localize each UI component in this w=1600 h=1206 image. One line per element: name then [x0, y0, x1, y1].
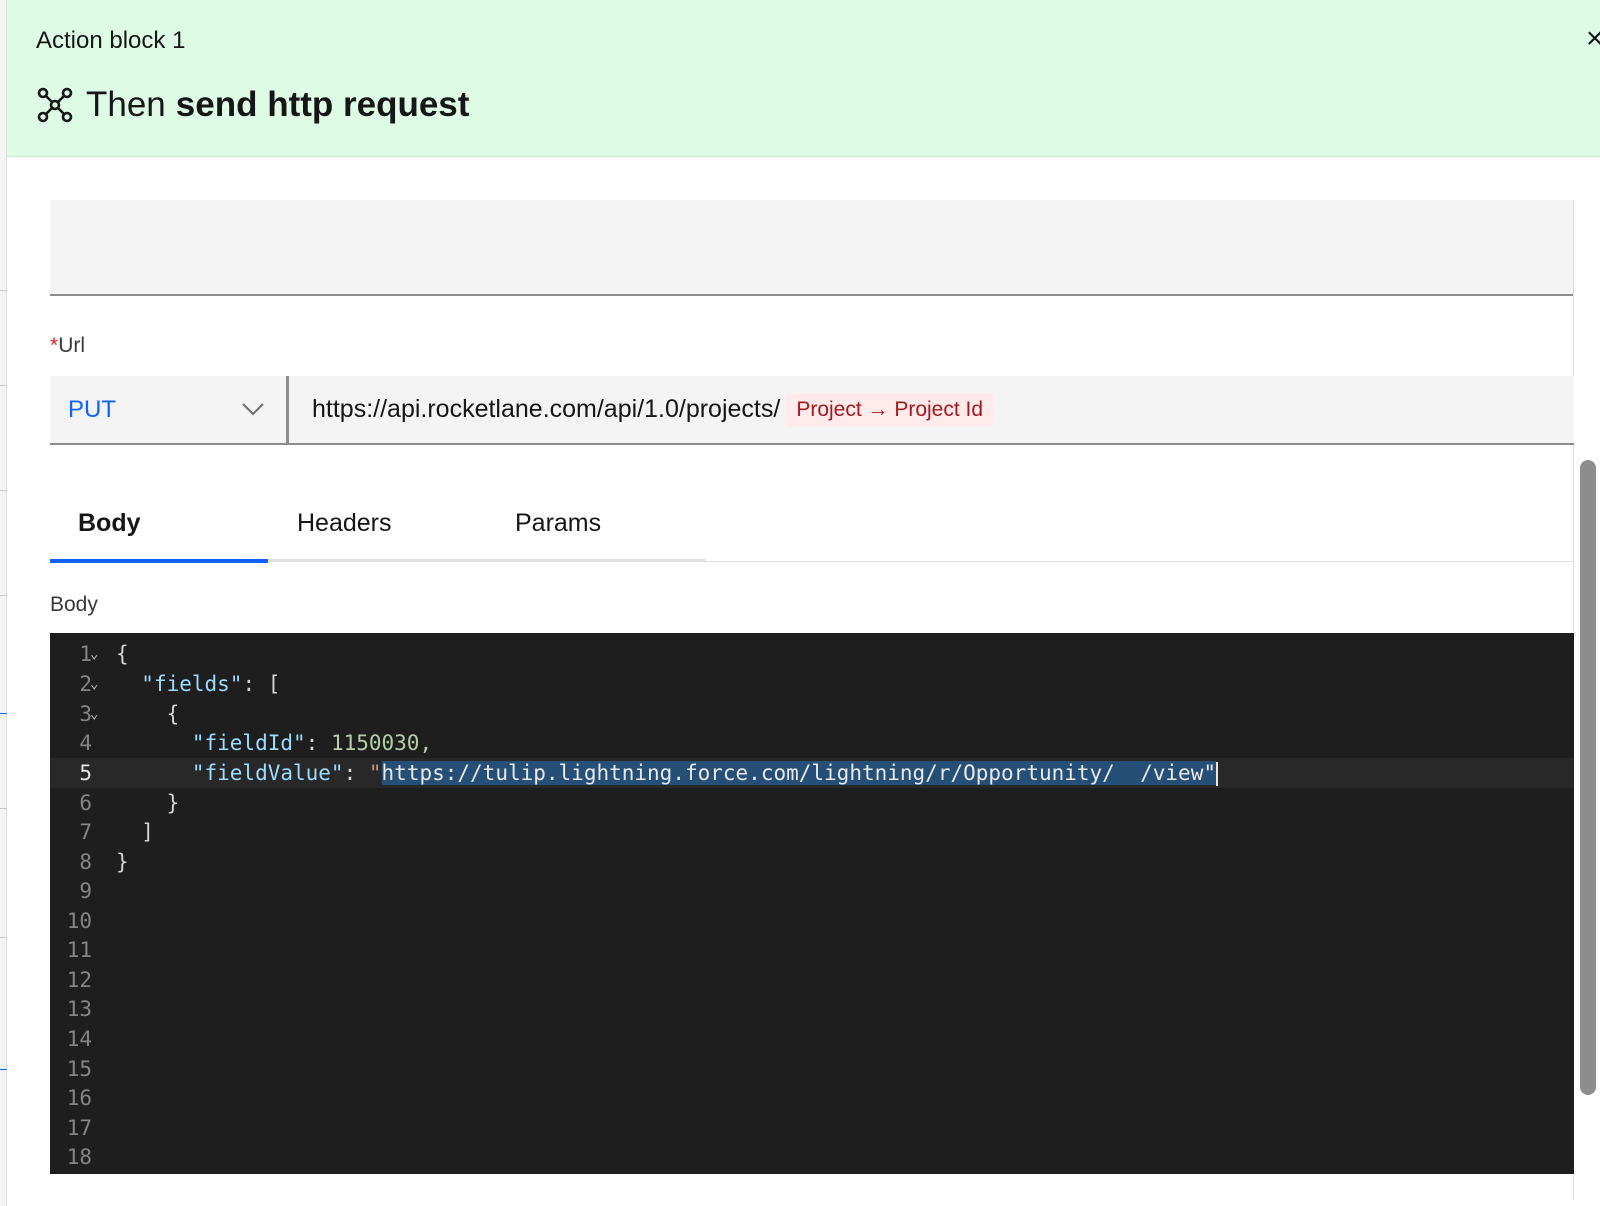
url-label: *Url — [50, 334, 85, 358]
fold-chevron-icon[interactable]: ⌄ — [90, 676, 100, 692]
required-marker: * — [50, 334, 59, 357]
line-number: 8 — [79, 850, 92, 874]
fold-chevron-icon[interactable]: ⌄ — [90, 706, 100, 722]
json-key: "fields" — [141, 672, 243, 696]
line-number: 12 — [66, 968, 92, 992]
code-line: 10 — [50, 906, 1574, 936]
code-line-current: 5 "fieldValue": "https://tulip.lightning… — [50, 758, 1574, 788]
code-text: } — [116, 850, 129, 874]
code-text: : — [305, 731, 331, 755]
code-text: } — [116, 791, 180, 815]
code-text: : — [343, 760, 369, 785]
code-line: 1 ⌄ { — [50, 639, 1574, 669]
code-text: : [ — [242, 672, 281, 696]
code-line: 2 ⌄ "fields": [ — [50, 669, 1574, 699]
line-number: 14 — [66, 1027, 92, 1051]
variable-chip-project-id[interactable]: Project → Project Id — [786, 392, 994, 427]
scrollbar-thumb[interactable] — [1580, 460, 1596, 1095]
code-line: 6 } — [50, 788, 1574, 818]
code-text: ] — [116, 820, 154, 844]
url-value: https://api.rocketlane.com/api/1.0/proje… — [312, 395, 781, 423]
method-select[interactable]: PUT — [50, 376, 286, 445]
line-number: 18 — [66, 1145, 92, 1169]
request-tabs: Body Headers Params — [50, 484, 1574, 563]
line-number: 15 — [66, 1057, 92, 1081]
close-icon[interactable]: × — [1586, 22, 1600, 56]
title-prefix: Then — [86, 85, 166, 124]
code-line: 18 — [50, 1142, 1574, 1172]
block-title: Then send http request — [36, 82, 469, 128]
tab-body[interactable]: Body — [50, 484, 268, 563]
code-text: { — [116, 642, 129, 666]
chevron-down-icon — [242, 403, 264, 416]
line-number: 13 — [66, 997, 92, 1021]
line-number: 5 — [79, 761, 92, 785]
code-line: 3 ⌄ { — [50, 699, 1574, 729]
line-number: 7 — [79, 820, 92, 844]
code-line: 13 — [50, 994, 1574, 1024]
line-number: 6 — [79, 791, 92, 815]
code-line: 17 — [50, 1113, 1574, 1143]
webhook-icon — [37, 87, 73, 123]
line-number: 9 — [79, 879, 92, 903]
tab-headers[interactable]: Headers — [269, 484, 487, 562]
code-line: 12 — [50, 965, 1574, 995]
code-editor[interactable]: 1 ⌄ { 2 ⌄ "fields": [ 3 ⌄ { 4 "fieldId":… — [50, 633, 1574, 1174]
line-number: 11 — [66, 938, 92, 962]
code-line: 14 — [50, 1024, 1574, 1054]
code-text: { — [116, 702, 180, 726]
line-number: 17 — [66, 1116, 92, 1140]
code-line: 9 — [50, 876, 1574, 906]
title-action-name: send http request — [175, 85, 470, 124]
code-line: 8 } — [50, 847, 1574, 877]
background-page-strip — [0, 0, 7, 1206]
url-input[interactable]: https://api.rocketlane.com/api/1.0/proje… — [289, 376, 1574, 445]
json-number: 1150030, — [330, 731, 433, 755]
code-line: 4 "fieldId": 1150030, — [50, 728, 1574, 758]
code-line: 15 — [50, 1054, 1574, 1084]
block-label: Action block 1 — [36, 27, 186, 54]
selected-text: https://tulip.lightning.force.com/lightn… — [381, 760, 1216, 785]
code-line: 11 — [50, 935, 1574, 965]
tab-params[interactable]: Params — [487, 484, 705, 562]
fold-chevron-icon[interactable]: ⌄ — [90, 646, 100, 662]
url-label-text: Url — [58, 334, 86, 357]
code-line: 16 — [50, 1083, 1574, 1113]
text-cursor — [1215, 761, 1218, 786]
empty-field-box[interactable] — [50, 200, 1574, 296]
line-number: 4 — [79, 731, 92, 755]
body-label: Body — [50, 593, 98, 616]
method-value: PUT — [68, 395, 116, 423]
line-number: 16 — [66, 1086, 92, 1110]
json-key: "fieldId" — [191, 731, 306, 755]
code-line: 7 ] — [50, 817, 1574, 847]
json-key: "fieldValue" — [191, 760, 344, 785]
json-string-quote: " — [368, 760, 382, 785]
action-block-header: Action block 1 × Then send http request — [7, 0, 1600, 157]
line-number: 10 — [66, 909, 92, 933]
